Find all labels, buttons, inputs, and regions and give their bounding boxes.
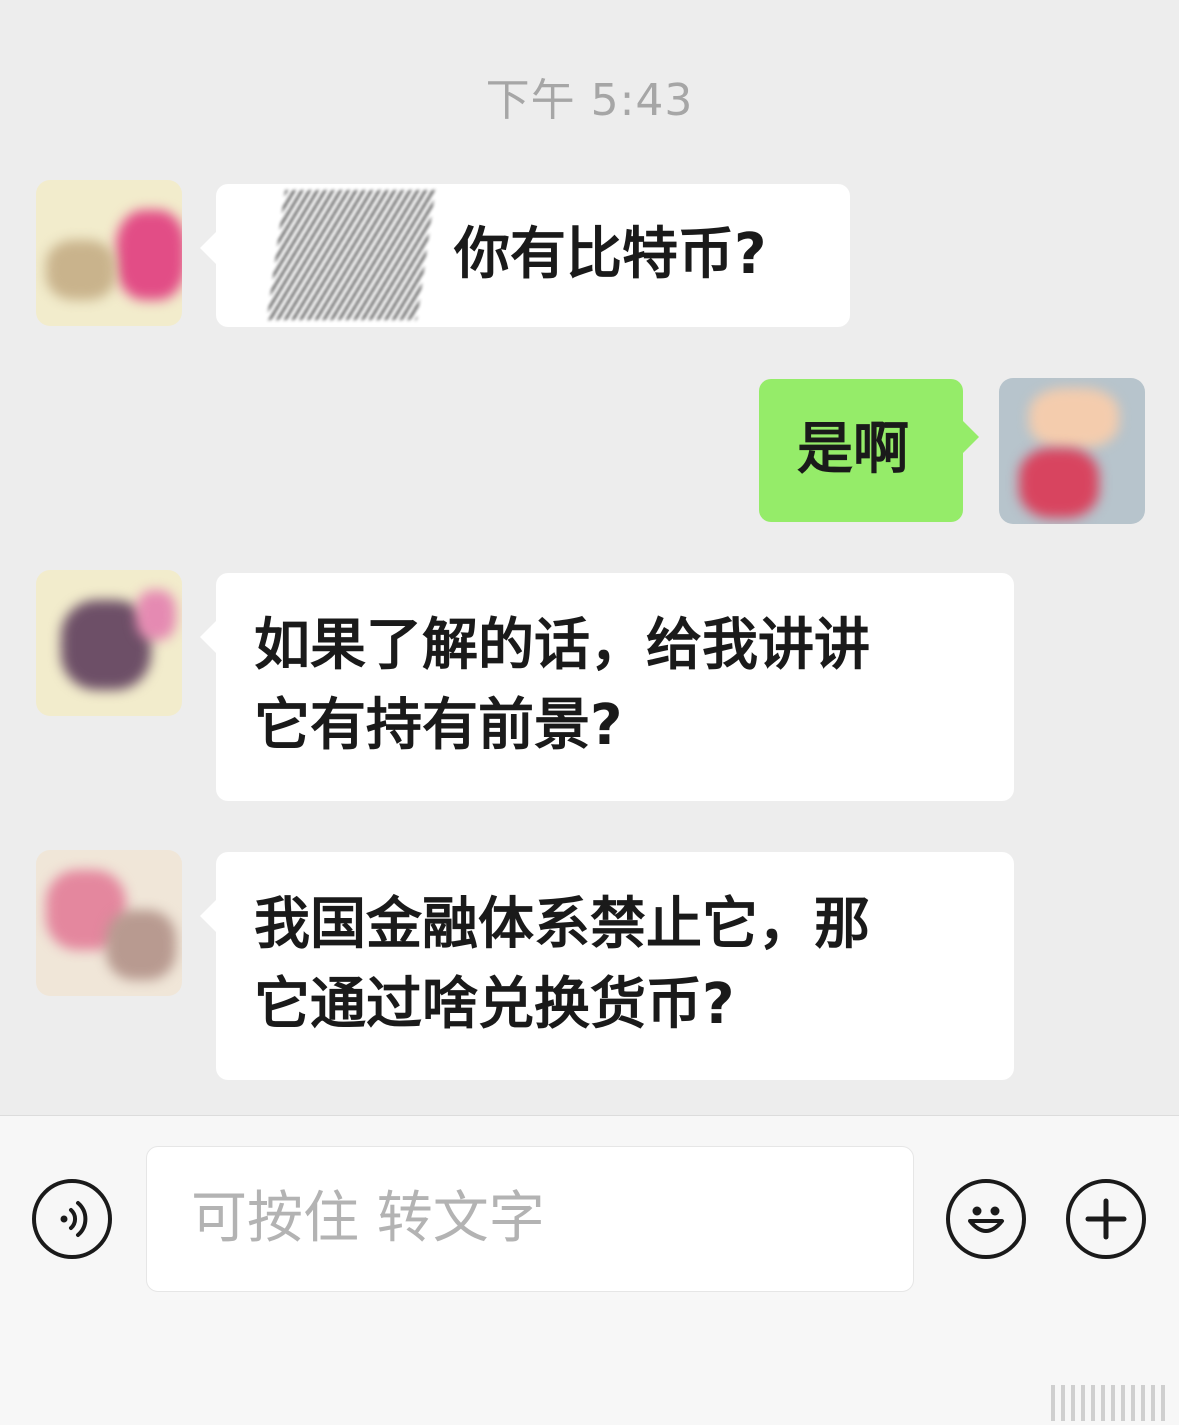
message-bubble-incoming[interactable]: 如果了解的话，给我讲讲 它有持有前景?	[200, 573, 1014, 801]
watermark	[955, 1373, 1165, 1421]
message-line: 它通过啥兑换货币?	[254, 972, 735, 1037]
redacted-scribble	[266, 190, 436, 320]
contact-avatar[interactable]	[36, 570, 182, 716]
contact-avatar[interactable]	[36, 850, 182, 996]
message-input[interactable]	[146, 1146, 914, 1292]
message-text: 你有比特币?	[454, 222, 767, 287]
more-button[interactable]	[1066, 1179, 1146, 1259]
contact-avatar[interactable]	[36, 180, 182, 326]
voice-button[interactable]	[32, 1179, 112, 1259]
timestamp: 下午 5:43	[485, 75, 694, 126]
emoji-icon	[968, 1206, 1004, 1233]
message-text: 是啊	[797, 417, 909, 482]
chat-area[interactable]: 下午 5:43 你有比特币? 是啊 如果了解的话，给我讲讲 它有持有前景? 我国…	[0, 0, 1179, 1115]
message-bubble-outgoing[interactable]: 是啊	[759, 379, 979, 522]
message-bubble-incoming[interactable]: 你有比特币?	[200, 184, 850, 327]
message-line: 如果了解的话，给我讲讲	[254, 613, 870, 678]
input-bar	[0, 1115, 1179, 1425]
emoji-button[interactable]	[946, 1179, 1026, 1259]
message-line: 它有持有前景?	[254, 693, 623, 758]
self-avatar[interactable]	[999, 378, 1145, 524]
message-bubble-incoming[interactable]: 我国金融体系禁止它，那 它通过啥兑换货币?	[200, 852, 1014, 1080]
voice-icon	[60, 1201, 88, 1237]
plus-icon	[1085, 1198, 1127, 1240]
message-line: 我国金融体系禁止它，那	[254, 892, 870, 957]
